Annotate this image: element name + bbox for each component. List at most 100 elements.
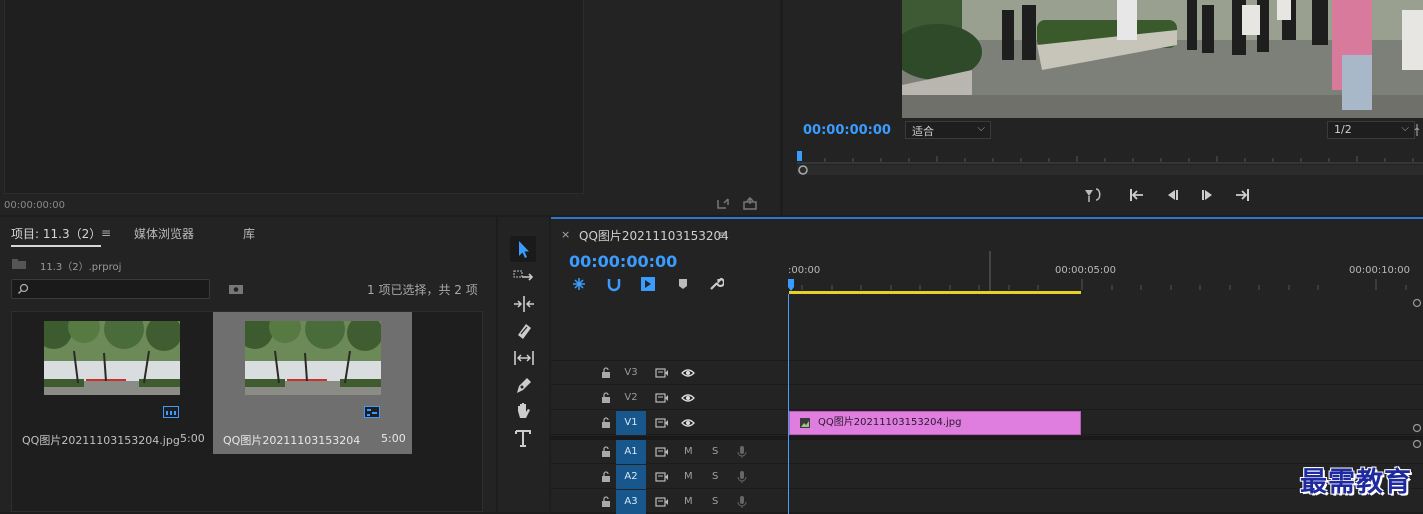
step-forward-icon[interactable] xyxy=(1199,186,1217,204)
microphone-icon[interactable] xyxy=(737,470,747,484)
item-duration: 5:00 xyxy=(180,432,205,445)
scroll-handle[interactable] xyxy=(1412,439,1422,449)
snap-icon[interactable] xyxy=(606,276,622,292)
mute-button[interactable]: M xyxy=(684,446,693,457)
lock-icon[interactable] xyxy=(601,392,611,404)
sync-lock-icon[interactable] xyxy=(655,497,669,507)
solo-button[interactable]: S xyxy=(712,446,718,457)
project-item-selected[interactable]: QQ图片20211103153204 5:00 xyxy=(213,312,412,454)
go-to-out-icon[interactable] xyxy=(1233,186,1251,204)
sync-lock-icon[interactable] xyxy=(655,418,669,428)
nest-toggle-icon[interactable] xyxy=(571,276,587,292)
project-file-name: 11.3（2）.prproj xyxy=(40,262,122,273)
track-a1[interactable]: A1 M S xyxy=(551,440,1423,464)
playhead-line xyxy=(788,294,789,514)
track-a2[interactable]: A2 M S xyxy=(551,465,1423,489)
step-back-icon[interactable] xyxy=(1163,186,1181,204)
add-marker-icon[interactable] xyxy=(677,277,689,291)
program-time-ruler[interactable] xyxy=(797,148,1423,176)
track-label[interactable]: A1 xyxy=(616,440,646,464)
project-panel: 项目: 11.3（2） ≡ 媒体浏览器 库 11.3（2）.prproj 1 项… xyxy=(0,217,496,512)
zoom-dropdown[interactable]: 适合 ⌵ xyxy=(905,121,991,139)
track-label[interactable]: A2 xyxy=(616,465,646,489)
microphone-icon[interactable] xyxy=(737,495,747,509)
project-search-input[interactable] xyxy=(11,279,210,299)
sequence-timecode[interactable]: 00:00:00:00 xyxy=(569,252,677,271)
ripple-edit-icon xyxy=(514,296,534,312)
scroll-handle[interactable] xyxy=(1412,298,1422,308)
selection-tool[interactable] xyxy=(510,236,536,262)
timeline-clip[interactable]: QQ图片20211103153204.jpg xyxy=(789,411,1081,435)
sequence-tab[interactable]: QQ图片20211103153204 xyxy=(579,227,729,244)
scroll-handle[interactable] xyxy=(1412,423,1422,433)
marker-extract-icon[interactable] xyxy=(1083,186,1101,204)
eye-icon[interactable] xyxy=(681,367,695,379)
lock-icon[interactable] xyxy=(601,471,611,483)
panel-menu-icon[interactable]: ≡ xyxy=(101,226,111,240)
wrench-icon[interactable] xyxy=(708,276,724,292)
sync-lock-icon[interactable] xyxy=(655,368,669,378)
close-icon[interactable]: × xyxy=(561,228,570,241)
zoom-value: 适合 xyxy=(912,125,934,138)
microphone-icon[interactable] xyxy=(737,445,747,459)
hand-tool[interactable] xyxy=(512,401,536,421)
program-monitor: 00:00:00:00 适合 ⌵ 1/2 ⌵ xyxy=(783,0,1423,215)
track-label[interactable]: V3 xyxy=(616,361,646,385)
hand-icon xyxy=(518,403,530,418)
mute-button[interactable]: M xyxy=(684,471,693,482)
new-search-bin-icon[interactable] xyxy=(228,283,244,295)
eye-icon[interactable] xyxy=(681,392,695,404)
program-timecode[interactable]: 00:00:00:00 xyxy=(803,123,891,138)
insert-icon[interactable] xyxy=(716,197,732,211)
image-sequence-icon xyxy=(163,406,179,418)
slip-tool[interactable] xyxy=(512,348,536,368)
project-item[interactable]: QQ图片20211103153204.jpg 5:00 xyxy=(12,312,211,454)
sync-lock-icon[interactable] xyxy=(655,472,669,482)
track-area: V3 V2 V1 A1 M S A2 M S A3 M S xyxy=(551,295,1423,514)
source-timecode[interactable]: 00:00:00:00 xyxy=(4,200,65,211)
solo-button[interactable]: S xyxy=(712,471,718,482)
work-area-bar[interactable] xyxy=(789,291,1081,294)
sync-lock-icon[interactable] xyxy=(655,447,669,457)
lock-icon[interactable] xyxy=(601,496,611,508)
source-canvas xyxy=(4,0,584,194)
pen-tool[interactable] xyxy=(512,375,536,395)
lock-icon[interactable] xyxy=(601,446,611,458)
resolution-dropdown[interactable]: 1/2 ⌵ xyxy=(1327,121,1415,139)
overwrite-icon[interactable] xyxy=(742,197,758,211)
track-a3[interactable]: A3 M S xyxy=(551,490,1423,514)
track-label[interactable]: A3 xyxy=(616,490,646,514)
eye-icon[interactable] xyxy=(681,417,695,429)
tab-libraries[interactable]: 库 xyxy=(243,225,255,242)
source-monitor: 00:00:00:00 xyxy=(0,0,780,215)
track-label[interactable]: V1 xyxy=(616,411,646,435)
track-v2[interactable]: V2 xyxy=(551,386,1423,410)
razor-tool[interactable] xyxy=(512,321,536,341)
solo-button[interactable]: S xyxy=(712,496,718,507)
sync-lock-icon[interactable] xyxy=(655,393,669,403)
mute-button[interactable]: M xyxy=(684,496,693,507)
timeline-playhead[interactable] xyxy=(788,279,794,291)
clip-label: QQ图片20211103153204.jpg xyxy=(818,417,962,428)
track-select-icon xyxy=(513,270,534,281)
ripple-edit-tool[interactable] xyxy=(512,294,536,314)
selection-status: 1 项已选择，共 2 项 xyxy=(367,283,478,297)
program-playhead[interactable] xyxy=(797,151,802,161)
track-label[interactable]: V2 xyxy=(616,386,646,410)
panel-menu-icon[interactable]: ≡ xyxy=(717,228,727,242)
pointer-icon xyxy=(519,241,529,258)
project-bin-area[interactable]: QQ图片20211103153204.jpg 5:00 QQ图片20211103… xyxy=(11,311,483,512)
lock-icon[interactable] xyxy=(601,367,611,379)
track-select-tool[interactable] xyxy=(512,267,536,287)
track-v3[interactable]: V3 xyxy=(551,361,1423,385)
type-tool[interactable] xyxy=(512,428,536,448)
tab-project[interactable]: 项目: 11.3（2） xyxy=(11,225,102,247)
go-to-in-icon[interactable] xyxy=(1128,186,1146,204)
pen-icon xyxy=(517,378,531,393)
lock-icon[interactable] xyxy=(601,417,611,429)
tab-media-browser[interactable]: 媒体浏览器 xyxy=(134,225,194,242)
clip-thumbnail xyxy=(44,321,180,395)
item-name: QQ图片20211103153204.jpg xyxy=(22,434,180,447)
settings-icon[interactable] xyxy=(1412,122,1423,138)
linked-selection-icon[interactable] xyxy=(640,276,656,292)
